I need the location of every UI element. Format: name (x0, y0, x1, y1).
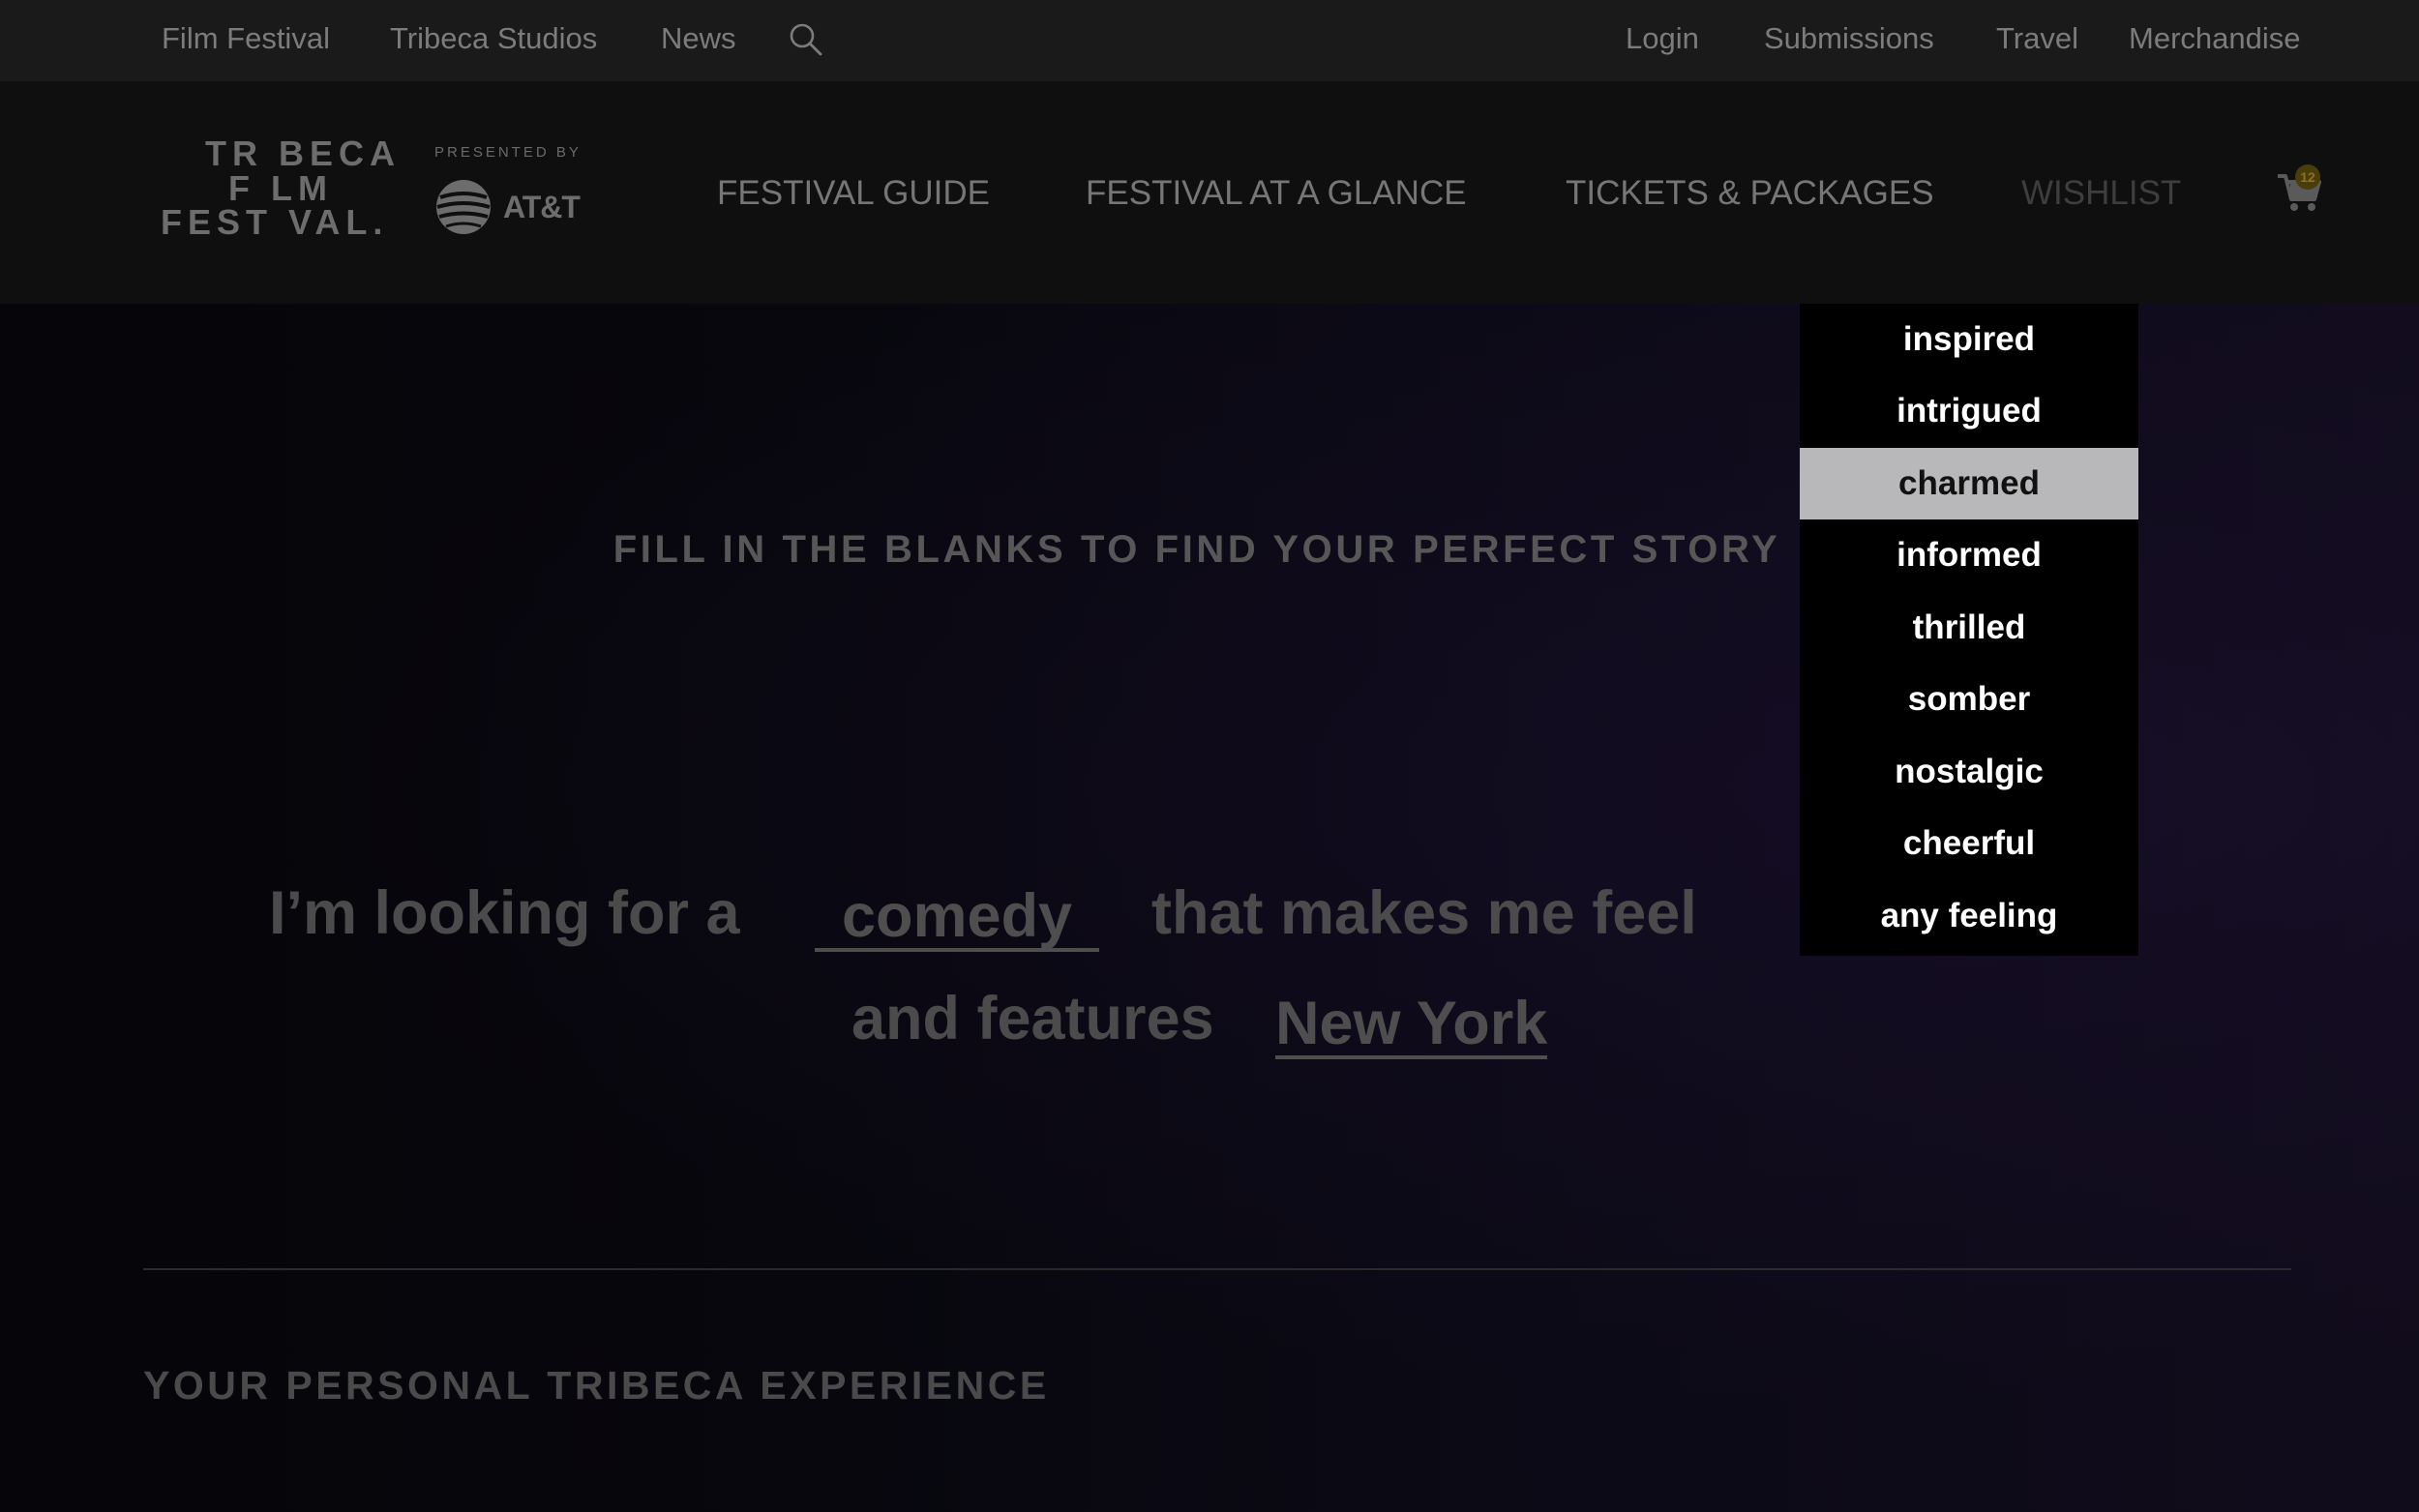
util-link-merchandise[interactable]: Merchandise (2129, 0, 2300, 81)
feeling-option-any-feeling[interactable]: any feeling (1800, 880, 2138, 952)
feeling-option-somber[interactable]: somber (1800, 664, 2138, 735)
feeling-option-thrilled[interactable]: thrilled (1800, 592, 2138, 664)
cart-count-badge: 12 (2295, 164, 2320, 190)
page: Film Festival Tribeca Studios News Login… (0, 0, 2419, 1512)
utility-bar: Film Festival Tribeca Studios News Login… (0, 0, 2419, 81)
att-globe-icon (436, 180, 491, 234)
util-link-film-festival[interactable]: Film Festival (162, 0, 330, 81)
logo-line-3: FEST VAL. (161, 202, 389, 242)
section-heading: YOUR PERSONAL TRIBECA EXPERIENCE (143, 1363, 1050, 1408)
feeling-dropdown: inspired intrigued charmed informed thri… (1800, 304, 2138, 956)
genre-blank[interactable]: comedy (815, 884, 1100, 952)
att-wordmark: AT&T (503, 190, 581, 224)
search-icon[interactable] (788, 21, 824, 58)
util-link-login[interactable]: Login (1626, 0, 1699, 81)
tribeca-logo[interactable]: TR BECA F LM FEST VAL. (161, 133, 395, 259)
nav-wishlist[interactable]: WISHLIST (2021, 81, 2181, 304)
nav-festival-at-a-glance[interactable]: FESTIVAL AT A GLANCE (1086, 81, 1467, 304)
feeling-option-nostalgic[interactable]: nostalgic (1800, 736, 2138, 808)
feeling-option-intrigued[interactable]: intrigued (1800, 375, 2138, 447)
place-blank[interactable]: New York (1275, 992, 1548, 1059)
sentence-text-3: and features (851, 985, 1214, 1052)
sentence-text-2: that makes me feel (1151, 879, 1697, 947)
feeling-option-inspired[interactable]: inspired (1800, 304, 2138, 375)
presented-by-label: PRESENTED BY (434, 144, 582, 161)
feeling-option-charmed[interactable]: charmed (1800, 448, 2138, 519)
main-nav: TR BECA F LM FEST VAL. PRESENTED BY AT&T… (0, 81, 2419, 304)
util-link-travel[interactable]: Travel (1996, 0, 2078, 81)
util-link-submissions[interactable]: Submissions (1764, 0, 1934, 81)
nav-tickets-packages[interactable]: TICKETS & PACKAGES (1566, 81, 1934, 304)
feeling-option-cheerful[interactable]: cheerful (1800, 808, 2138, 879)
sentence-text-1: I’m looking for a (269, 879, 740, 947)
section-divider (143, 1268, 2291, 1270)
util-link-tribeca-studios[interactable]: Tribeca Studios (390, 0, 597, 81)
feeling-option-informed[interactable]: informed (1800, 519, 2138, 591)
nav-festival-guide[interactable]: FESTIVAL GUIDE (717, 81, 990, 304)
util-link-news[interactable]: News (661, 0, 736, 81)
